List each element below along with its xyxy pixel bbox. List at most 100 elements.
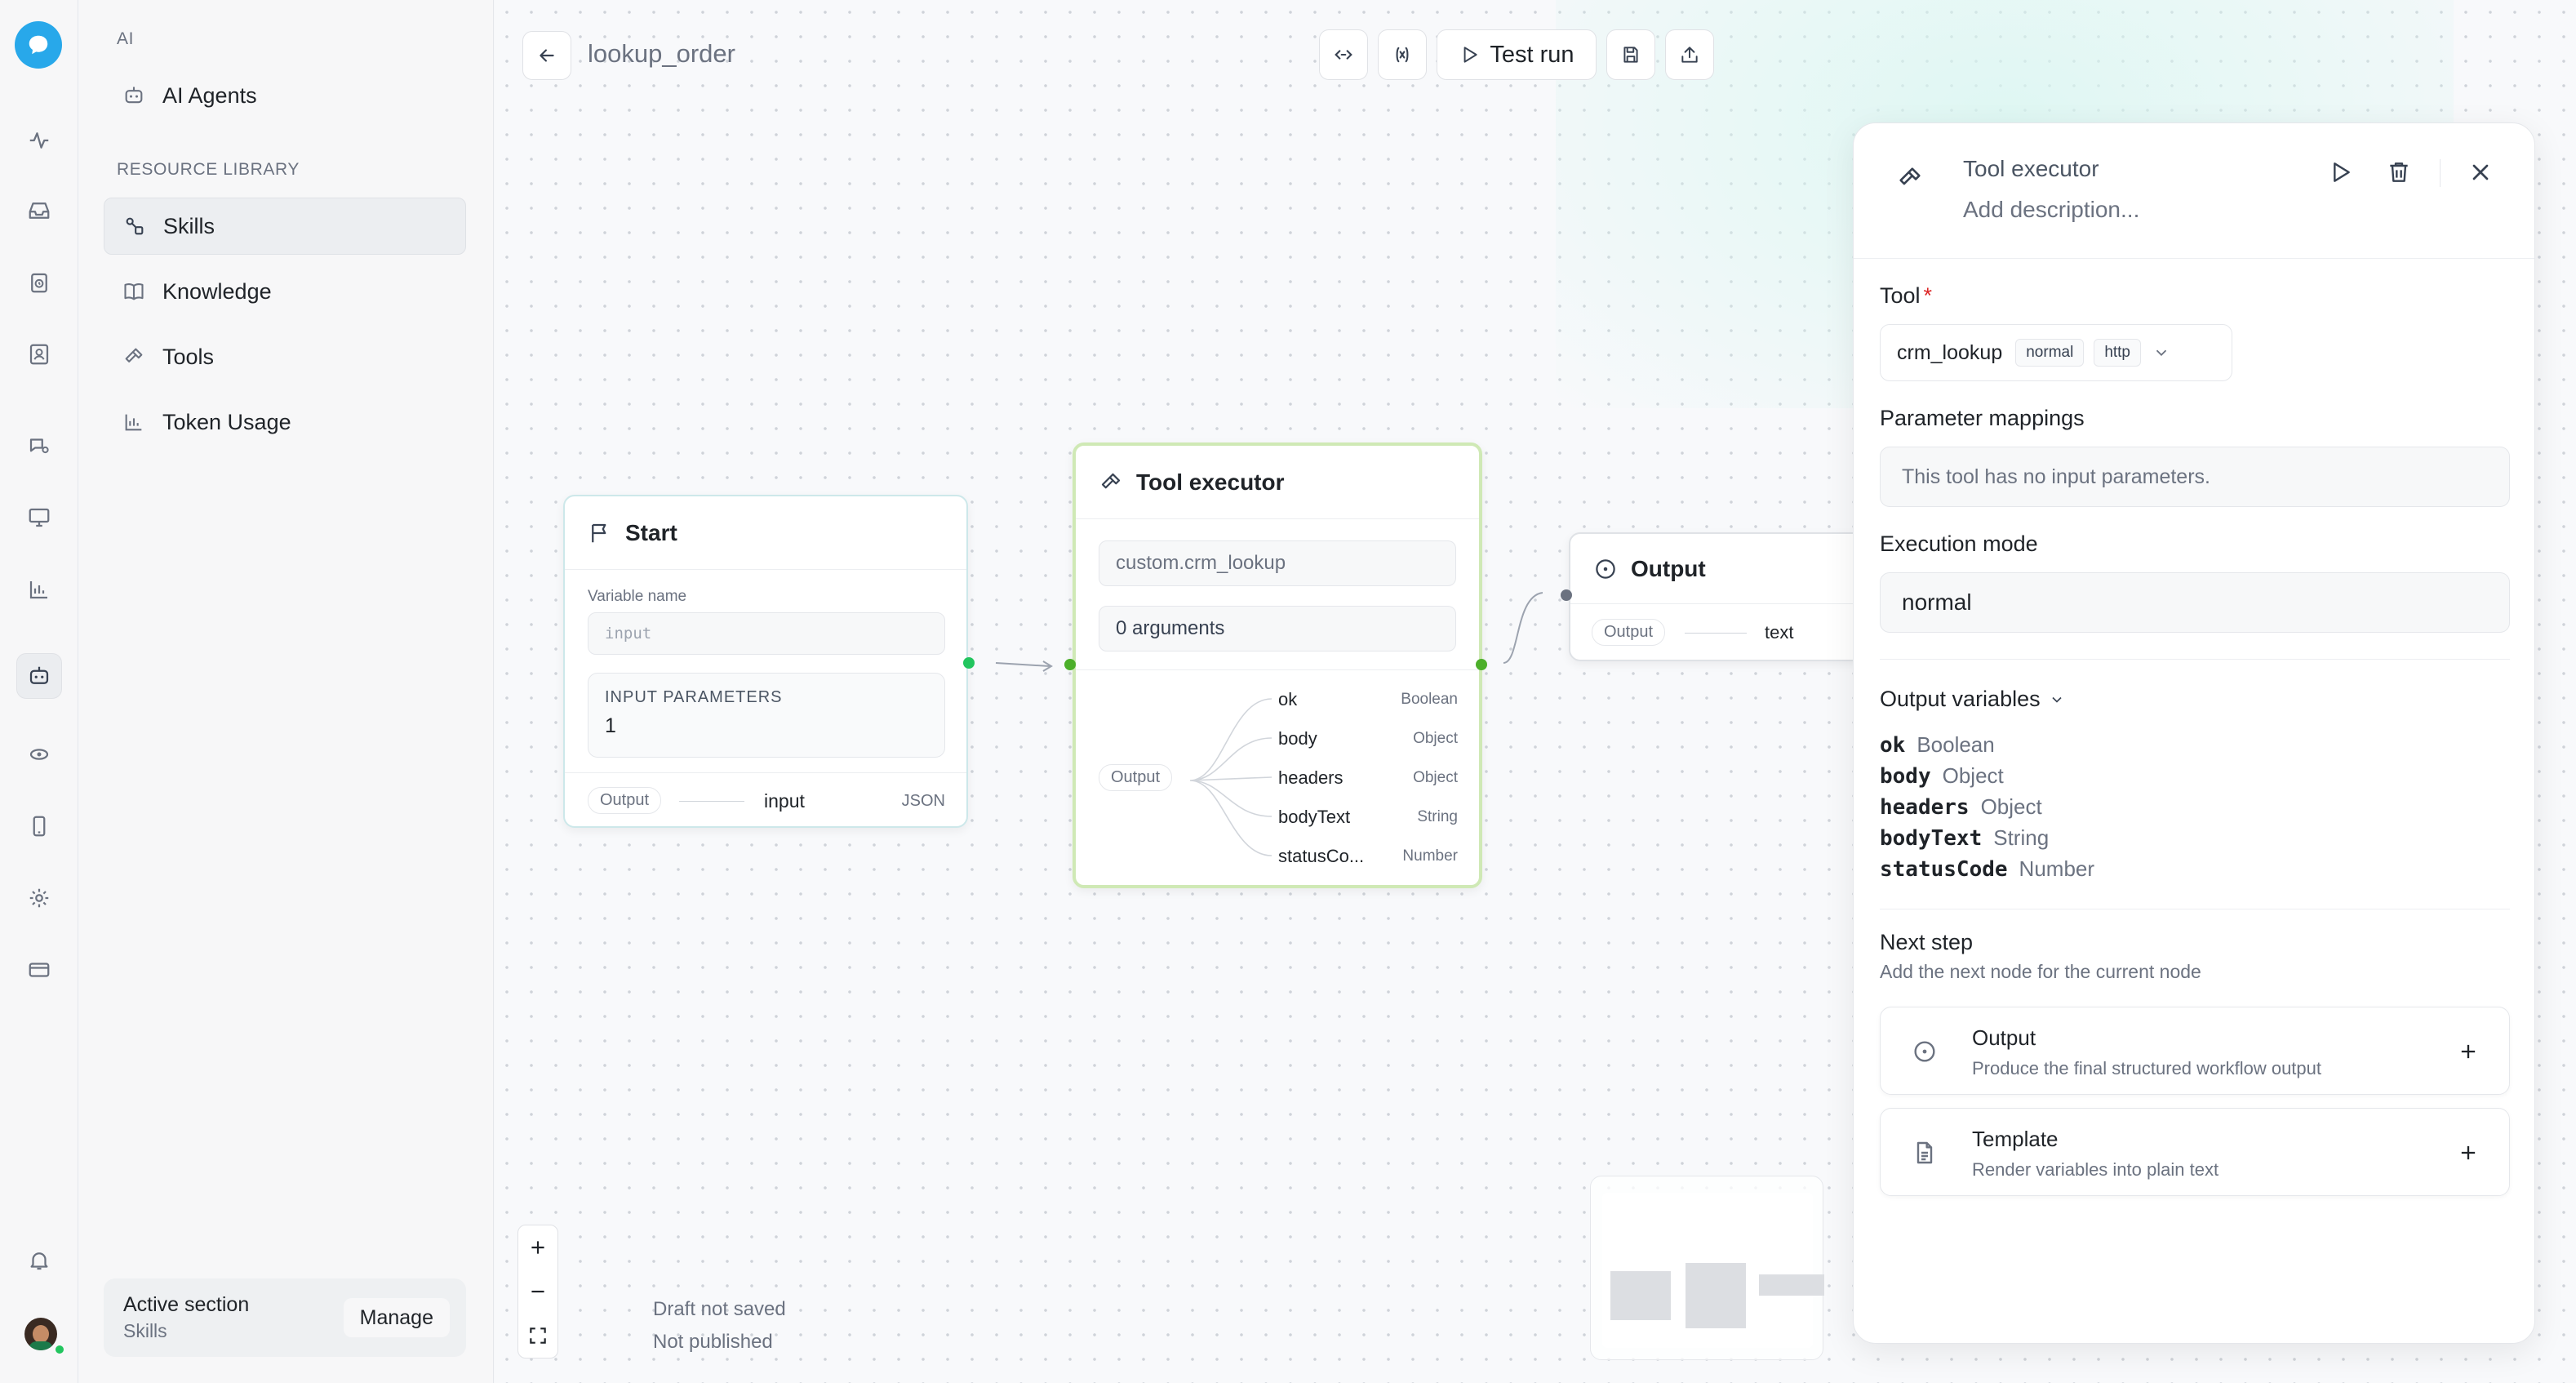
zoom-in-button[interactable] — [518, 1225, 557, 1270]
output-variable-type: Object — [1980, 794, 2042, 819]
run-node-button[interactable] — [2327, 159, 2353, 185]
output-variable-row: statusCode Number — [1880, 856, 2094, 882]
start-output-tag: Output — [588, 787, 662, 814]
panel-description-input[interactable]: Add description... — [1963, 197, 2139, 223]
rail-activity[interactable] — [16, 118, 62, 163]
user-avatar[interactable] — [24, 1318, 57, 1350]
sidebar-item-label: Knowledge — [162, 278, 272, 304]
tool-node-title: Tool executor — [1136, 469, 1285, 495]
hammer-icon — [1896, 164, 1924, 192]
delete-node-button[interactable] — [2386, 159, 2412, 185]
output-variable-type: Object — [1942, 763, 2004, 788]
rail-contacts[interactable] — [16, 331, 62, 377]
rail-integrations[interactable] — [16, 732, 62, 777]
output-variable-row: headers Object — [1880, 794, 2042, 820]
input-parameters-value: 1 — [605, 714, 616, 737]
variable-name-input[interactable]: input — [588, 612, 945, 655]
add-template-node-button[interactable] — [2452, 1136, 2485, 1169]
close-panel-button[interactable] — [2467, 159, 2494, 185]
start-node[interactable]: Start Variable name input INPUT PARAMETE… — [563, 495, 968, 828]
fit-view-button[interactable] — [518, 1314, 557, 1358]
output-variable-type: Boolean — [1916, 732, 1995, 757]
rail-analytics[interactable] — [16, 567, 62, 612]
tool-node-header: Tool executor — [1076, 446, 1479, 519]
rail-ai-agents[interactable] — [16, 653, 62, 699]
rail-monitor[interactable] — [16, 495, 62, 540]
input-parameters-box[interactable]: INPUT PARAMETERS 1 — [588, 673, 945, 758]
app-logo[interactable] — [15, 21, 62, 69]
tool-executor-node[interactable]: Tool executor custom.crm_lookup 0 argume… — [1073, 442, 1482, 888]
node-inspector-panel: Tool executor Add description... Tool * c… — [1853, 122, 2535, 1344]
panel-title[interactable]: Tool executor — [1963, 156, 2099, 182]
next-step-description: Add the next node for the current node — [1880, 961, 2201, 982]
output-variable-name: headers — [1880, 795, 1970, 820]
rail-settings[interactable] — [16, 875, 62, 921]
skills-icon — [121, 212, 149, 240]
tool-input-port[interactable] — [1064, 659, 1076, 670]
start-output-port[interactable] — [963, 657, 975, 669]
tool-output-type: Object — [1413, 730, 1458, 747]
output-node-type: text — [1765, 622, 1794, 643]
play-icon — [2334, 162, 2350, 182]
next-step-option-output[interactable]: Output Produce the final structured work… — [1880, 1007, 2510, 1095]
output-node[interactable]: Output Output text — [1569, 532, 1895, 661]
rail-billing[interactable] — [16, 947, 62, 993]
publish-status: Not published — [653, 1331, 773, 1353]
minimap-start-node — [1610, 1271, 1671, 1320]
output-input-port[interactable] — [1561, 589, 1572, 601]
sidebar-item-knowledge[interactable]: Knowledge — [104, 263, 466, 320]
rail-conversations[interactable] — [16, 423, 62, 469]
tool-output-port[interactable] — [1476, 659, 1487, 670]
start-output-connector — [679, 801, 744, 802]
execution-mode-label: Execution mode — [1880, 531, 2038, 556]
rail-notifications[interactable] — [16, 1238, 62, 1283]
contact-card-icon — [29, 344, 49, 365]
required-marker: * — [1923, 283, 1933, 308]
orbit-icon — [29, 749, 49, 760]
tool-output-type: Boolean — [1401, 691, 1458, 708]
minimap[interactable] — [1590, 1176, 1824, 1360]
add-output-node-button[interactable] — [2452, 1035, 2485, 1068]
output-variable-name: statusCode — [1880, 857, 2008, 882]
robot-icon — [120, 82, 148, 109]
fullscreen-icon — [530, 1327, 546, 1344]
start-output-type: JSON — [901, 792, 945, 810]
output-node-connector — [1685, 633, 1747, 634]
output-variables-label: Output variables — [1880, 687, 2041, 711]
tool-arguments-field[interactable]: 0 arguments — [1099, 606, 1456, 651]
book-icon — [120, 278, 148, 305]
output-variables-toggle[interactable]: Output variables — [1880, 687, 2065, 712]
header-divider — [2440, 159, 2441, 187]
activity-icon — [29, 132, 49, 149]
next-step-label: Next step — [1880, 930, 1974, 954]
sidebar-item-tools[interactable]: Tools — [104, 328, 466, 385]
minimap-output-node — [1759, 1274, 1824, 1296]
rail-history[interactable] — [16, 260, 62, 305]
tool-output-name: ok — [1278, 689, 1298, 709]
sidebar-section-ai: AI — [117, 29, 135, 48]
presence-indicator — [54, 1344, 65, 1355]
tool-node-divider — [1076, 669, 1479, 670]
output-variable-type: String — [1993, 825, 2050, 850]
tool-reference-field[interactable]: custom.crm_lookup — [1099, 540, 1456, 586]
sidebar-item-token-usage[interactable]: Token Usage — [104, 394, 466, 451]
start-node-title: Start — [625, 519, 677, 545]
next-step-option-title: Output — [1972, 1025, 2036, 1050]
output-variable-row: body Object — [1880, 763, 2004, 789]
edge-tool-to-output — [1503, 592, 1543, 664]
rail-mobile[interactable] — [16, 803, 62, 849]
circle-output-icon — [1910, 1037, 1939, 1066]
execution-mode-select[interactable]: normal — [1880, 572, 2510, 633]
manage-button[interactable]: Manage — [343, 1298, 450, 1337]
rail-inbox[interactable] — [16, 188, 62, 233]
tool-select[interactable]: crm_lookup normal http — [1880, 324, 2232, 381]
next-step-option-template[interactable]: Template Render variables into plain tex… — [1880, 1108, 2510, 1196]
sidebar-item-skills[interactable]: Skills — [104, 198, 466, 255]
credit-card-icon — [29, 963, 50, 977]
gear-icon — [29, 888, 49, 908]
tool-output-name: statusCo... — [1278, 846, 1365, 866]
flag-icon — [586, 519, 614, 547]
sidebar-item-ai-agents[interactable]: AI Agents — [104, 67, 466, 124]
close-icon — [2472, 164, 2489, 180]
zoom-out-button[interactable] — [518, 1270, 557, 1314]
